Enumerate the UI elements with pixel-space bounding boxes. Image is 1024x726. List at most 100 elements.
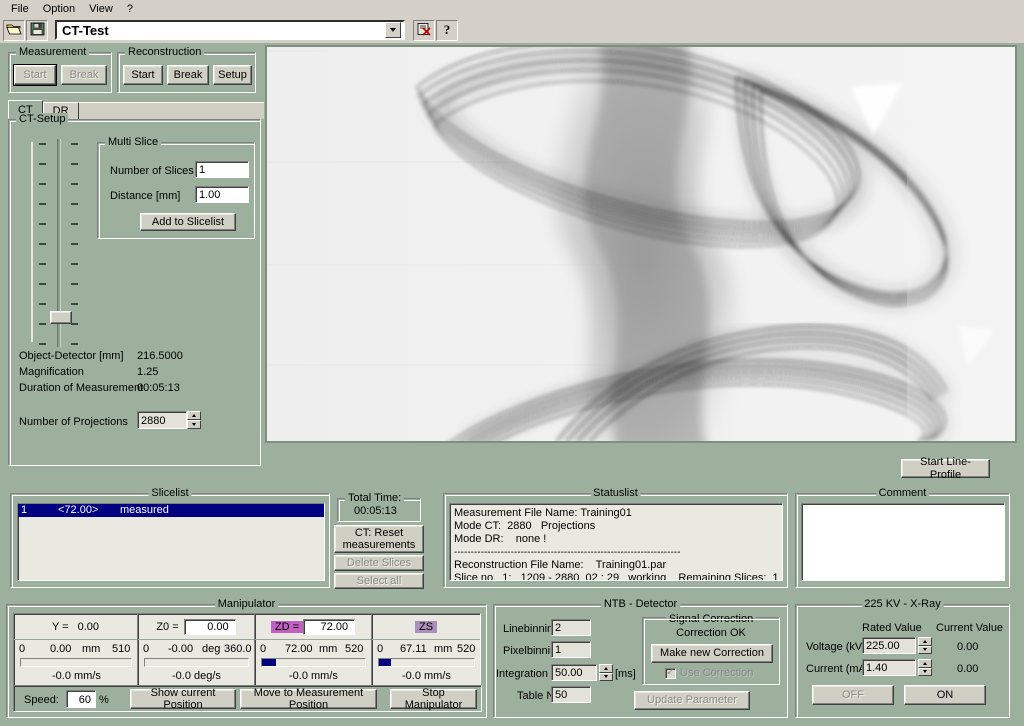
statuslist-line-2: Mode CT: 2880 Projections: [454, 520, 596, 532]
axis-zd-max: 520: [345, 643, 364, 655]
select-all-button[interactable]: Select all: [334, 573, 424, 589]
axis-zd-current: 72.00: [285, 643, 313, 655]
axis-zs-label[interactable]: ZS: [414, 620, 438, 633]
axis-zs-speed: -0.0 mm/s: [402, 670, 451, 682]
measurement-break-button[interactable]: Break: [61, 65, 107, 85]
integration-time-spinner-down[interactable]: [599, 672, 613, 681]
open-folder-icon: [6, 22, 22, 39]
number-of-slices-input[interactable]: 1: [195, 161, 249, 178]
axis-zs-max: 520: [457, 643, 476, 655]
integration-time-spinner-up[interactable]: [599, 664, 613, 673]
stop-manipulator-button[interactable]: Stop Manipulator: [390, 687, 477, 711]
slider-tick: [71, 143, 78, 145]
use-correction-label: Use Correction: [680, 667, 754, 679]
voltage-spinner-down[interactable]: [918, 645, 932, 654]
help-button[interactable]: ?: [436, 19, 458, 41]
slicelist-row[interactable]: 1 <72.00> measured: [18, 504, 324, 517]
ct-setup-group-label: CT-Setup: [16, 113, 69, 125]
axis-zs-progress-fill: [379, 659, 392, 666]
slider-tick: [71, 243, 78, 245]
voltage-spinner-up[interactable]: [918, 637, 932, 646]
projections-spinner-down[interactable]: [187, 420, 201, 429]
save-button[interactable]: [26, 19, 48, 41]
axis-zd-input[interactable]: 72.00: [303, 618, 356, 635]
axis-y-speed: -0.0 mm/s: [52, 670, 101, 682]
measurement-start-button[interactable]: Start: [13, 64, 57, 86]
statuslist-line-4: ----------------------------------------…: [454, 547, 681, 558]
axis-zd-label[interactable]: ZD =: [270, 620, 304, 633]
projections-spinner-up[interactable]: [187, 411, 201, 420]
integration-time-spinner[interactable]: [599, 664, 613, 681]
slider-thumb[interactable]: [50, 311, 72, 324]
reconstruction-start-button[interactable]: Start: [123, 65, 163, 85]
slicelist-row-status: measured: [120, 504, 169, 516]
use-correction-row[interactable]: ✓ Use Correction: [665, 667, 753, 679]
reconstruction-break-button[interactable]: Break: [167, 65, 209, 85]
distance-label: Distance [mm]: [110, 190, 181, 202]
update-parameter-button[interactable]: Update Parameter: [634, 691, 750, 710]
xray-on-button[interactable]: ON: [904, 685, 986, 705]
voltage-label: Voltage (kV): [806, 641, 866, 653]
menu-item-help[interactable]: ?: [120, 2, 140, 16]
table-no-input[interactable]: 50: [551, 686, 591, 703]
comment-textarea[interactable]: [801, 503, 1005, 581]
distance-value: 1.00: [199, 189, 221, 201]
distance-input[interactable]: 1.00: [195, 186, 249, 203]
ct-radiograph-image-view[interactable]: [265, 45, 1017, 443]
reconstruction-setup-button[interactable]: Setup: [213, 65, 252, 85]
ct-reset-measurements-button[interactable]: CT: Reset measurements: [334, 525, 424, 553]
move-to-measurement-position-button[interactable]: Move to Measurement Position: [240, 687, 377, 711]
axis-z0-label: Z0 =: [156, 620, 179, 633]
open-folder-button[interactable]: [3, 19, 25, 41]
speed-input[interactable]: 60: [66, 690, 96, 708]
axis-z0-input[interactable]: 0.00: [183, 618, 236, 635]
current-spinner[interactable]: [918, 659, 932, 676]
linebinning-input[interactable]: 2: [551, 619, 591, 636]
current-rated-input[interactable]: 1.40: [862, 659, 916, 676]
slider-tick: [39, 303, 46, 305]
axis-zd-value: 72.00: [320, 621, 349, 633]
total-time-group: Total Time: 00:05:13: [337, 492, 421, 522]
detector-group-label: NTB - Detector: [600, 598, 681, 610]
add-to-slicelist-button[interactable]: Add to Slicelist: [140, 213, 236, 231]
axis-y-progressbar: [20, 658, 132, 667]
current-value-header: Current Value: [936, 622, 1004, 634]
projections-spinner[interactable]: [187, 411, 201, 429]
voltage-spinner[interactable]: [918, 637, 932, 654]
project-combobox-dropdown-button[interactable]: [385, 22, 401, 38]
object-detector-label: Object-Detector [mm]: [19, 350, 124, 362]
delete-slices-button[interactable]: Delete Slices: [334, 555, 424, 571]
projections-input[interactable]: 2880: [137, 411, 187, 429]
axis-zs-current: 67.11: [400, 643, 427, 655]
toolbar: CT-Test ?: [0, 17, 1024, 43]
slicelist-group-label: Slicelist: [148, 487, 192, 499]
slicelist-listbox[interactable]: 1 <72.00> measured: [17, 503, 325, 581]
pixelbinning-input[interactable]: 1: [551, 641, 591, 658]
project-combobox[interactable]: CT-Test: [55, 20, 405, 40]
menu-item-file[interactable]: File: [4, 2, 36, 16]
table-no-value: 50: [555, 689, 568, 701]
linebinning-value: 2: [555, 622, 562, 634]
measurement-group: Measurement Start Break: [8, 46, 112, 93]
slice-position-slider[interactable]: [31, 139, 87, 349]
object-detector-value: 216.5000: [137, 350, 183, 362]
statuslist-textbox[interactable]: Measurement File Name: Training01 Mode C…: [449, 503, 783, 581]
current-spinner-up[interactable]: [918, 659, 932, 668]
use-correction-checkbox[interactable]: ✓: [665, 667, 676, 679]
reconstruction-group-label: Reconstruction: [125, 46, 205, 58]
axis-y-current: 0.00: [50, 643, 72, 655]
total-time-value: 00:05:13: [354, 505, 397, 517]
make-new-correction-button[interactable]: Make new Correction: [651, 644, 773, 663]
menu-item-option[interactable]: Option: [36, 2, 82, 16]
current-spinner-down[interactable]: [918, 667, 932, 676]
menu-item-view[interactable]: View: [82, 2, 120, 16]
integration-time-input[interactable]: 50.00: [551, 664, 597, 681]
voltage-rated-input[interactable]: 225.00: [862, 637, 916, 654]
xray-off-button[interactable]: OFF: [812, 685, 894, 705]
clear-button[interactable]: [413, 19, 435, 41]
slider-track-left-line: [31, 142, 33, 342]
multi-slice-group: Multi Slice Number of Slices 1 Distance …: [97, 136, 255, 239]
number-of-slices-value: 1: [199, 164, 206, 176]
start-line-profile-button[interactable]: Start Line-Profile: [901, 456, 990, 481]
show-current-position-button[interactable]: Show current Position: [130, 687, 236, 711]
